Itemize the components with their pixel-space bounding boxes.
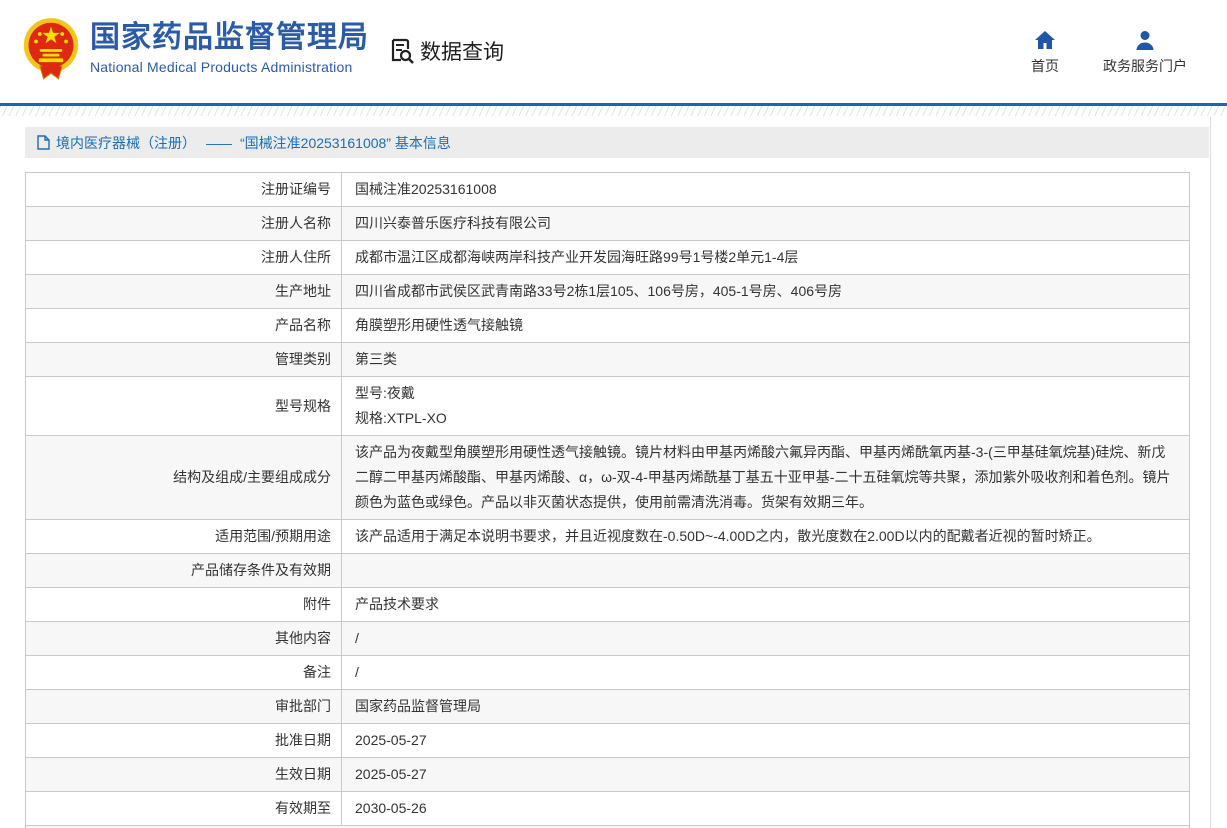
- table-row: 其他内容 /: [26, 622, 1190, 656]
- field-value: 第三类: [342, 343, 1190, 377]
- table-row: 型号规格 型号:夜戴 规格:XTPL-XO: [26, 377, 1190, 436]
- field-value: 国械注准20253161008: [342, 173, 1190, 207]
- user-icon: [1135, 30, 1155, 50]
- field-value: 国家药品监督管理局: [342, 690, 1190, 724]
- breadcrumb-separator: ——: [206, 135, 230, 151]
- field-label: 批准日期: [26, 724, 342, 758]
- brand-text: 国家药品监督管理局 National Medical Products Admi…: [90, 22, 369, 75]
- field-value: 角膜塑形用硬性透气接触镜: [342, 309, 1190, 343]
- field-label: 结构及组成/主要组成成分: [26, 436, 342, 520]
- site-header: 国家药品监督管理局 National Medical Products Admi…: [0, 0, 1227, 103]
- field-label: 有效期至: [26, 792, 342, 826]
- field-value: /: [342, 656, 1190, 690]
- field-label: 适用范围/预期用途: [26, 520, 342, 554]
- field-label: 注册人住所: [26, 241, 342, 275]
- field-value: 该产品为夜戴型角膜塑形用硬性透气接触镜。镜片材料由甲基丙烯酸六氟异丙酯、甲基丙烯…: [342, 436, 1190, 520]
- table-row: 产品储存条件及有效期: [26, 554, 1190, 588]
- field-label: 生产地址: [26, 275, 342, 309]
- data-query-tab[interactable]: 数据查询: [387, 36, 504, 66]
- page: 国家药品监督管理局 National Medical Products Admi…: [0, 0, 1227, 828]
- table-row: 批准日期 2025-05-27: [26, 724, 1190, 758]
- field-label: 产品储存条件及有效期: [26, 554, 342, 588]
- field-value: 2030-05-26: [342, 792, 1190, 826]
- field-label: 管理类别: [26, 343, 342, 377]
- field-value: 成都市温江区成都海峡两岸科技产业开发园海旺路99号1号楼2单元1-4层: [342, 241, 1190, 275]
- field-label: 型号规格: [26, 377, 342, 436]
- breadcrumb: 境内医疗器械（注册） —— “国械注准20253161008” 基本信息: [25, 127, 1209, 158]
- field-value: 产品技术要求: [342, 588, 1190, 622]
- table-row: 生产地址 四川省成都市武侯区武青南路33号2栋1层105、106号房，405-1…: [26, 275, 1190, 309]
- nav-home-label: 首页: [1031, 56, 1059, 76]
- field-value: [342, 554, 1190, 588]
- top-nav: 首页 政务服务门户: [1031, 30, 1187, 76]
- table-row: 审批部门 国家药品监督管理局: [26, 690, 1190, 724]
- field-label: 备注: [26, 656, 342, 690]
- nav-portal[interactable]: 政务服务门户: [1103, 30, 1187, 76]
- nav-home[interactable]: 首页: [1031, 30, 1059, 76]
- nav-portal-label: 政务服务门户: [1103, 56, 1187, 76]
- hatch-texture-band: [0, 106, 1227, 116]
- field-value: 型号:夜戴 规格:XTPL-XO: [342, 377, 1190, 436]
- table-row: 结构及组成/主要组成成分 该产品为夜戴型角膜塑形用硬性透气接触镜。镜片材料由甲基…: [26, 436, 1190, 520]
- field-label: 其他内容: [26, 622, 342, 656]
- table-row: 生效日期 2025-05-27: [26, 758, 1190, 792]
- field-label: 审批部门: [26, 690, 342, 724]
- table-row: 注册证编号 国械注准20253161008: [26, 173, 1190, 207]
- table-row: 附件 产品技术要求: [26, 588, 1190, 622]
- content-right-edge: [1210, 117, 1211, 828]
- breadcrumb-current: “国械注准20253161008” 基本信息: [240, 133, 451, 153]
- table-row: 注册人住所 成都市温江区成都海峡两岸科技产业开发园海旺路99号1号楼2单元1-4…: [26, 241, 1190, 275]
- national-emblem-logo[interactable]: [21, 17, 81, 81]
- site-title: 国家药品监督管理局: [90, 22, 369, 54]
- registration-info-table: 注册证编号 国械注准20253161008 注册人名称 四川兴泰普乐医疗科技有限…: [25, 172, 1190, 826]
- field-value: 2025-05-27: [342, 724, 1190, 758]
- table-row: 备注 /: [26, 656, 1190, 690]
- field-label: 附件: [26, 588, 342, 622]
- table-row: 适用范围/预期用途 该产品适用于满足本说明书要求，并且近视度数在-0.50D~-…: [26, 520, 1190, 554]
- site-subtitle: National Medical Products Administration: [90, 59, 369, 75]
- table-row: 有效期至 2030-05-26: [26, 792, 1190, 826]
- field-value: /: [342, 622, 1190, 656]
- table-row: 管理类别 第三类: [26, 343, 1190, 377]
- breadcrumb-section-link[interactable]: 境内医疗器械（注册）: [56, 133, 196, 153]
- field-label: 注册人名称: [26, 207, 342, 241]
- field-value: 四川省成都市武侯区武青南路33号2栋1层105、106号房，405-1号房、40…: [342, 275, 1190, 309]
- document-icon: [37, 135, 50, 150]
- field-label: 产品名称: [26, 309, 342, 343]
- home-icon: [1034, 30, 1056, 50]
- field-label: 生效日期: [26, 758, 342, 792]
- table-row: 产品名称 角膜塑形用硬性透气接触镜: [26, 309, 1190, 343]
- field-value: 2025-05-27: [342, 758, 1190, 792]
- field-label: 注册证编号: [26, 173, 342, 207]
- field-value: 该产品适用于满足本说明书要求，并且近视度数在-0.50D~-4.00D之内，散光…: [342, 520, 1190, 554]
- table-row: 注册人名称 四川兴泰普乐医疗科技有限公司: [26, 207, 1190, 241]
- data-query-label: 数据查询: [420, 36, 504, 66]
- document-search-icon: [387, 37, 415, 65]
- field-value: 四川兴泰普乐医疗科技有限公司: [342, 207, 1190, 241]
